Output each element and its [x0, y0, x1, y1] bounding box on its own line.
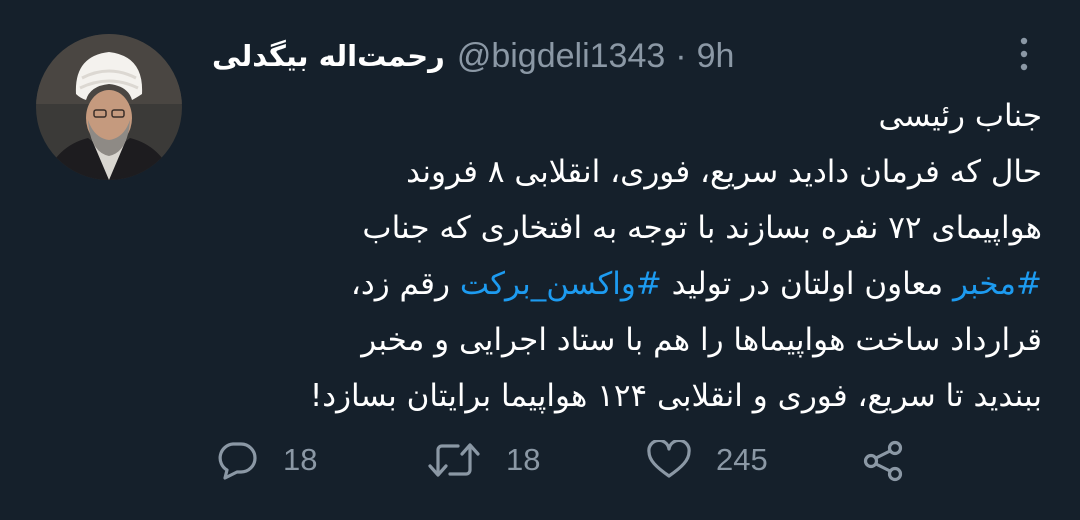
tweet-actions-bar: 18 18 245 — [0, 432, 1080, 492]
hashtag-link-mokhber[interactable]: #مخبر — [953, 266, 1042, 302]
reply-button[interactable]: 18 — [215, 440, 317, 480]
tweet-text-line: ببندید تا سریع، فوری و انقلابی ۱۲۴ هواپی… — [309, 378, 1042, 414]
tweet-header: رحمت‌اله بیگدلی @bigdeli1343 · 9h — [212, 30, 734, 82]
tweet-text-segment: معاون اولتان در تولید — [661, 266, 953, 302]
speech-bubble-icon — [218, 442, 257, 480]
tweet-text-segment: رقم زد، — [350, 266, 460, 302]
separator-dot: · — [675, 36, 687, 75]
retweet-button[interactable]: 18 — [426, 440, 540, 480]
reply-count: 18 — [283, 442, 318, 477]
tweet-text-line: جناب رئیسی — [878, 98, 1042, 134]
avatar[interactable] — [36, 34, 182, 180]
share-nodes-icon — [863, 440, 903, 482]
author-handle[interactable]: @bigdeli1343 — [457, 37, 665, 76]
tweet-card[interactable]: رحمت‌اله بیگدلی @bigdeli1343 · 9h جناب ر… — [0, 0, 1080, 520]
tweet-text-line: حال که فرمان دادید سریع، فوری، انقلابی ۸… — [406, 154, 1042, 190]
retweet-count: 18 — [506, 442, 541, 477]
like-button[interactable]: 245 — [646, 440, 768, 480]
tweet-text-line: هواپیمای ۷۲ نفره بسازند با توجه به افتخا… — [362, 210, 1042, 246]
hashtag-link-vaccine-barekat[interactable]: #واکسن_برکت — [460, 266, 662, 302]
share-button[interactable] — [861, 440, 907, 482]
avatar-image — [36, 34, 182, 180]
tweet-text-line: قرارداد ساخت هواپیماها را هم با ستاد اجر… — [361, 322, 1042, 358]
more-options-icon[interactable] — [1010, 34, 1038, 74]
author-display-name[interactable]: رحمت‌اله بیگدلی — [212, 39, 445, 73]
tweet-text-line-with-hashtags: #مخبر معاون اولتان در تولید #واکسن_برکت … — [210, 256, 1042, 312]
like-count: 245 — [716, 442, 768, 477]
retweet-arrows-icon — [428, 443, 480, 477]
heart-icon — [647, 440, 691, 478]
tweet-time[interactable]: 9h — [697, 37, 735, 76]
tweet-body: جناب رئیسی حال که فرمان دادید سریع، فوری… — [210, 88, 1042, 424]
